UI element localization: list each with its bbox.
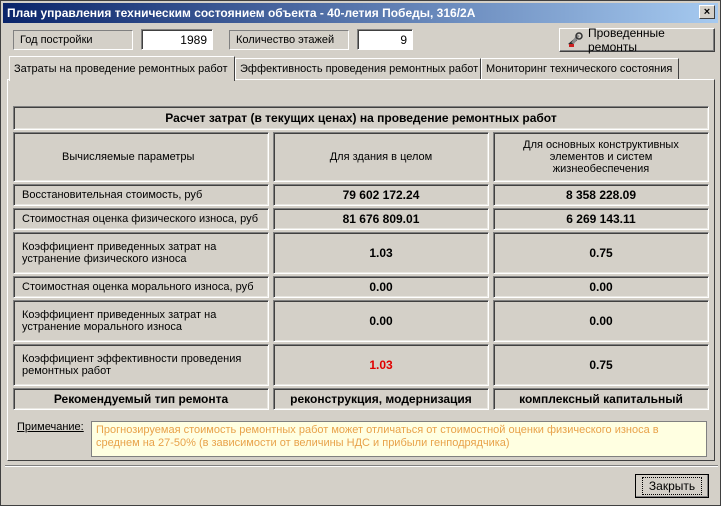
- table-row-building-value: 81 676 809.01: [273, 208, 489, 230]
- table-row-building-value: 0.00: [273, 300, 489, 342]
- table-row-param: Стоимостная оценка морального износа, ру…: [13, 276, 269, 298]
- elements-value: 8 358 228.09: [565, 188, 637, 202]
- recommend-elements: комплексный капитальный: [519, 392, 683, 406]
- header-building: Для здания в целом: [273, 132, 489, 182]
- header-elements-text: Для основных конструктивных элементов и …: [523, 139, 679, 175]
- table-row-building-value: 79 602 172.24: [273, 184, 489, 206]
- recommend-building-cell: реконструкция, модернизация: [273, 388, 489, 410]
- tools-icon: [566, 32, 584, 48]
- window-title: План управления техническим состоянием о…: [7, 6, 476, 20]
- elements-value: 6 269 143.11: [566, 212, 636, 226]
- footer-divider: [5, 465, 718, 467]
- note-text: Прогнозируемая стоимость ремонтных работ…: [96, 424, 659, 449]
- floors-label-box: Количество этажей: [229, 30, 349, 50]
- title-bar[interactable]: План управления техническим состоянием о…: [3, 3, 718, 23]
- year-label-box: Год постройки: [13, 30, 133, 50]
- param-label: Коэффициент эффективности проведения рем…: [22, 353, 242, 377]
- tab-costs-label: Затраты на проведение ремонтных работ: [14, 63, 228, 75]
- param-label: Коэффициент приведенных затрат на устран…: [22, 309, 217, 333]
- table-row-elements-value: 6 269 143.11: [493, 208, 709, 230]
- table-row-elements-value: 0.75: [493, 232, 709, 274]
- table-row-param: Восстановительная стоимость, руб: [13, 184, 269, 206]
- param-label: Стоимостная оценка физического износа, р…: [22, 213, 259, 225]
- note-box: Прогнозируемая стоимость ремонтных работ…: [91, 421, 707, 457]
- close-button-label: Закрыть: [641, 477, 703, 495]
- elements-value: 0.00: [589, 314, 613, 328]
- header-elements: Для основных конструктивных элементов и …: [493, 132, 709, 182]
- elements-value: 0.75: [589, 358, 613, 372]
- recommend-building: реконструкция, модернизация: [290, 392, 472, 406]
- building-value: 81 676 809.01: [342, 212, 420, 226]
- building-value: 1.03: [369, 246, 393, 260]
- close-button[interactable]: Закрыть: [635, 474, 709, 498]
- building-value: 0.00: [369, 280, 393, 294]
- year-value: 1989: [180, 32, 207, 47]
- table-row-elements-value: 0.75: [493, 344, 709, 386]
- table-row-building-value: 1.03: [273, 232, 489, 274]
- tab-monitoring-label: Мониторинг технического состояния: [486, 63, 673, 75]
- floors-value: 9: [400, 32, 407, 47]
- main-window: План управления техническим состоянием о…: [0, 0, 721, 506]
- floors-field[interactable]: 9: [357, 29, 413, 50]
- building-value: 79 602 172.24: [342, 188, 420, 202]
- recommend-label: Рекомендуемый тип ремонта: [53, 392, 229, 406]
- elements-value: 0.75: [589, 246, 613, 260]
- header-params-text: Вычисляемые параметры: [62, 151, 195, 163]
- table-row-param: Стоимостная оценка физического износа, р…: [13, 208, 269, 230]
- param-label: Восстановительная стоимость, руб: [22, 189, 203, 201]
- table-row-elements-value: 8 358 228.09: [493, 184, 709, 206]
- table-row-building-value: 0.00: [273, 276, 489, 298]
- table-title-text: Расчет затрат (в текущих ценах) на прове…: [165, 111, 557, 125]
- repairs-button-label: Проведенные ремонты: [588, 26, 665, 54]
- year-label: Год постройки: [20, 34, 93, 46]
- recommend-label-cell: Рекомендуемый тип ремонта: [13, 388, 269, 410]
- header-params: Вычисляемые параметры: [13, 132, 269, 182]
- elements-value: 0.00: [589, 280, 613, 294]
- building-value: 0.00: [369, 314, 393, 328]
- floors-label: Количество этажей: [236, 34, 335, 46]
- close-window-button[interactable]: ×: [699, 5, 715, 19]
- tab-efficiency[interactable]: Эффективность проведения ремонтных работ: [235, 58, 481, 79]
- note-label: Примечание:: [17, 421, 84, 433]
- year-field[interactable]: 1989: [141, 29, 213, 50]
- tab-monitoring[interactable]: Мониторинг технического состояния: [481, 58, 679, 79]
- table-title: Расчет затрат (в текущих ценах) на прове…: [13, 106, 709, 130]
- recommend-elements-cell: комплексный капитальный: [493, 388, 709, 410]
- repairs-button[interactable]: Проведенные ремонты: [559, 26, 715, 54]
- close-icon: ×: [703, 5, 711, 18]
- table-row-elements-value: 0.00: [493, 300, 709, 342]
- header-building-text: Для здания в целом: [329, 151, 433, 163]
- table-row-elements-value: 0.00: [493, 276, 709, 298]
- table-row-building-value: 1.03: [273, 344, 489, 386]
- building-value-highlighted: 1.03: [369, 358, 393, 372]
- param-label: Стоимостная оценка морального износа, ру…: [22, 281, 254, 293]
- param-label: Коэффициент приведенных затрат на устран…: [22, 241, 217, 265]
- tab-costs[interactable]: Затраты на проведение ремонтных работ: [9, 56, 235, 81]
- tab-efficiency-label: Эффективность проведения ремонтных работ: [240, 63, 479, 75]
- table-row-param: Коэффициент приведенных затрат на устран…: [13, 300, 269, 342]
- table-row-param: Коэффициент приведенных затрат на устран…: [13, 232, 269, 274]
- table-row-param: Коэффициент эффективности проведения рем…: [13, 344, 269, 386]
